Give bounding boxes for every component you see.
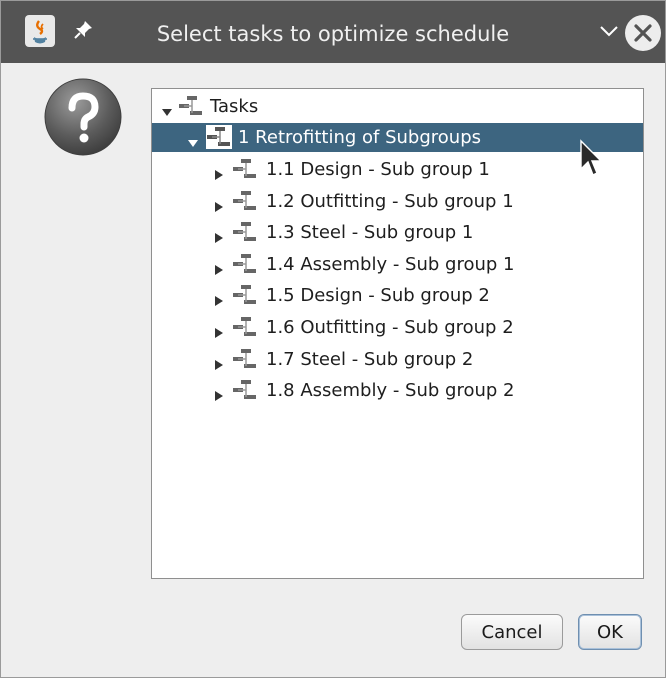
tree-node-item[interactable]: 1.7 Steel - Sub group 2 <box>152 345 643 374</box>
collapsed-arrow-icon[interactable] <box>213 194 225 212</box>
pin-icon[interactable] <box>69 13 97 47</box>
collapsed-arrow-icon[interactable] <box>213 320 225 338</box>
task-group-icon <box>232 283 258 307</box>
task-tree[interactable]: Tasks 1 Retrofitting of Subgroups 1.1 De… <box>151 88 644 579</box>
title-bar[interactable]: Select tasks to optimize schedule <box>1 1 665 63</box>
tree-node-label: 1.3 Steel - Sub group 1 <box>266 222 474 244</box>
tree-node-label: 1 Retrofitting of Subgroups <box>238 127 482 148</box>
mouse-cursor-icon <box>579 139 603 179</box>
tree-node-item[interactable]: 1.2 Outfitting - Sub group 1 <box>152 187 643 216</box>
cancel-button[interactable]: Cancel <box>461 614 563 650</box>
tree-node-root[interactable]: Tasks <box>152 92 643 121</box>
expanded-arrow-icon[interactable] <box>187 130 199 147</box>
tree-node-label: 1.6 Outfitting - Sub group 2 <box>266 317 514 338</box>
task-group-icon <box>232 157 258 181</box>
tree-node-item[interactable]: 1.4 Assembly - Sub group 1 <box>152 250 643 279</box>
collapsed-arrow-icon[interactable] <box>213 383 225 402</box>
collapsed-arrow-icon[interactable] <box>213 225 225 244</box>
task-group-icon <box>232 378 258 402</box>
chevron-down-icon[interactable] <box>597 19 621 43</box>
task-group-icon <box>232 220 258 244</box>
ok-button[interactable]: OK <box>578 614 642 650</box>
tree-node-item[interactable]: 1.8 Assembly - Sub group 2 <box>152 376 643 405</box>
collapsed-arrow-icon[interactable] <box>213 288 225 307</box>
task-group-icon <box>206 125 232 149</box>
tree-node-item[interactable]: 1.1 Design - Sub group 1 <box>152 155 643 184</box>
collapsed-arrow-icon[interactable] <box>213 257 225 275</box>
question-icon <box>43 77 123 157</box>
java-app-icon[interactable] <box>25 15 55 47</box>
tree-node-item[interactable]: 1.6 Outfitting - Sub group 2 <box>152 313 643 342</box>
tree-node-item[interactable]: 1.3 Steel - Sub group 1 <box>152 218 643 247</box>
tree-node-group[interactable]: 1 Retrofitting of Subgroups <box>152 123 643 152</box>
tree-node-label: 1.4 Assembly - Sub group 1 <box>266 253 515 275</box>
tree-node-label: 1.2 Outfitting - Sub group 1 <box>266 190 514 212</box>
tree-node-label: 1.5 Design - Sub group 2 <box>266 285 490 307</box>
tree-node-item[interactable]: 1.5 Design - Sub group 2 <box>152 281 643 310</box>
close-icon[interactable] <box>625 15 661 51</box>
task-group-icon <box>178 94 204 118</box>
collapsed-arrow-icon[interactable] <box>213 352 225 370</box>
dialog-window: Select tasks to optimize schedule Tasks … <box>0 0 666 678</box>
tree-node-label: Tasks <box>210 96 259 117</box>
window-title: Select tasks to optimize schedule <box>156 22 510 46</box>
tree-node-label: 1.7 Steel - Sub group 2 <box>266 348 474 370</box>
task-group-icon <box>232 347 258 371</box>
task-group-icon <box>232 315 258 339</box>
tree-node-label: 1.1 Design - Sub group 1 <box>266 159 490 180</box>
task-group-icon <box>232 189 258 213</box>
task-group-icon <box>232 252 258 276</box>
collapsed-arrow-icon[interactable] <box>213 162 225 180</box>
tree-node-label: 1.8 Assembly - Sub group 2 <box>266 380 515 402</box>
expanded-arrow-icon[interactable] <box>161 99 173 116</box>
